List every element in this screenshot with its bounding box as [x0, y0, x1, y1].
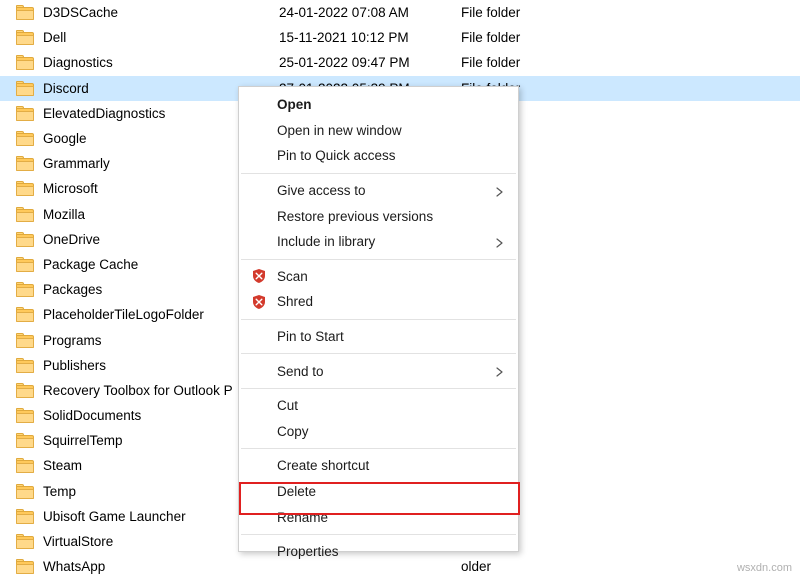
shield-icon [251, 268, 267, 284]
menu-item-label: Pin to Start [277, 329, 344, 344]
menu-item-label: Give access to [277, 183, 366, 198]
menu-item-label: Copy [277, 424, 309, 439]
folder-icon [16, 181, 34, 196]
folder-icon [16, 433, 34, 448]
folder-icon [16, 534, 34, 549]
menu-item-label: Scan [277, 269, 308, 284]
menu-separator [241, 388, 516, 389]
folder-icon [16, 81, 34, 96]
menu-item-open[interactable]: Open [239, 92, 518, 118]
chevron-right-icon [496, 238, 504, 246]
menu-item-cut[interactable]: Cut [239, 393, 518, 419]
folder-icon [16, 358, 34, 373]
folder-icon [16, 458, 34, 473]
menu-item-label: Shred [277, 294, 313, 309]
folder-icon [16, 156, 34, 171]
menu-item-copy[interactable]: Copy [239, 419, 518, 445]
folder-icon [16, 307, 34, 322]
menu-item-label: Rename [277, 510, 328, 525]
menu-separator [241, 353, 516, 354]
file-type: File folder [461, 55, 520, 70]
folder-icon [16, 257, 34, 272]
chevron-right-icon [496, 367, 504, 375]
shield-icon [251, 294, 267, 310]
menu-separator [241, 173, 516, 174]
file-row[interactable]: Diagnostics25-01-2022 09:47 PMFile folde… [0, 50, 800, 75]
menu-item-label: Create shortcut [277, 458, 369, 473]
menu-item-label: Open in new window [277, 123, 402, 138]
file-type: File folder [461, 5, 520, 20]
menu-item-delete[interactable]: Delete [239, 479, 518, 505]
folder-icon [16, 282, 34, 297]
menu-item-label: Delete [277, 484, 316, 499]
file-explorer-screenshot: D3DSCache24-01-2022 07:08 AMFile folderD… [0, 0, 800, 578]
menu-separator [241, 448, 516, 449]
folder-icon [16, 408, 34, 423]
menu-item-give-access-to[interactable]: Give access to [239, 178, 518, 204]
menu-item-send-to[interactable]: Send to [239, 358, 518, 384]
folder-icon [16, 30, 34, 45]
folder-icon [16, 232, 34, 247]
menu-item-rename[interactable]: Rename [239, 504, 518, 530]
file-date-modified: 25-01-2022 09:47 PM [279, 55, 461, 70]
file-name: Dell [43, 30, 279, 45]
folder-icon [16, 106, 34, 121]
file-type: File folder [461, 30, 520, 45]
menu-item-label: Pin to Quick access [277, 148, 396, 163]
file-row[interactable]: Dell15-11-2021 10:12 PMFile folder [0, 25, 800, 50]
context-menu[interactable]: Open Open in new window Pin to Quick acces… [238, 86, 519, 552]
file-date-modified: 24-01-2022 07:08 AM [279, 5, 461, 20]
menu-item-label: Include in library [277, 234, 375, 249]
folder-icon [16, 207, 34, 222]
watermark: wsxdn.com [737, 562, 792, 574]
menu-item-pin-to-quick-access[interactable]: Pin to Quick access [239, 143, 518, 169]
file-row[interactable]: D3DSCache24-01-2022 07:08 AMFile folder [0, 0, 800, 25]
menu-item-create-shortcut[interactable]: Create shortcut [239, 453, 518, 479]
menu-item-label: Restore previous versions [277, 209, 433, 224]
menu-separator [241, 534, 516, 535]
file-name: D3DSCache [43, 5, 279, 20]
menu-item-include-in-library[interactable]: Include in library [239, 229, 518, 255]
menu-item-label: Properties [277, 544, 339, 559]
menu-item-label: Open [277, 97, 312, 112]
folder-icon [16, 333, 34, 348]
menu-separator [241, 259, 516, 260]
file-date-modified: 15-11-2021 10:12 PM [279, 30, 461, 45]
menu-item-scan[interactable]: Scan [239, 264, 518, 290]
menu-item-restore-previous-versions[interactable]: Restore previous versions [239, 203, 518, 229]
menu-item-shred[interactable]: Shred [239, 289, 518, 315]
folder-icon [16, 509, 34, 524]
chevron-right-icon [496, 187, 504, 195]
folder-icon [16, 5, 34, 20]
menu-item-label: Send to [277, 364, 324, 379]
file-name: Diagnostics [43, 55, 279, 70]
folder-icon [16, 131, 34, 146]
folder-icon [16, 484, 34, 499]
menu-item-properties[interactable]: Properties [239, 539, 518, 565]
menu-item-label: Cut [277, 398, 298, 413]
folder-icon [16, 383, 34, 398]
folder-icon [16, 559, 34, 574]
folder-icon [16, 55, 34, 70]
menu-item-open-in-new-window[interactable]: Open in new window [239, 118, 518, 144]
menu-item-pin-to-start[interactable]: Pin to Start [239, 324, 518, 350]
menu-separator [241, 319, 516, 320]
